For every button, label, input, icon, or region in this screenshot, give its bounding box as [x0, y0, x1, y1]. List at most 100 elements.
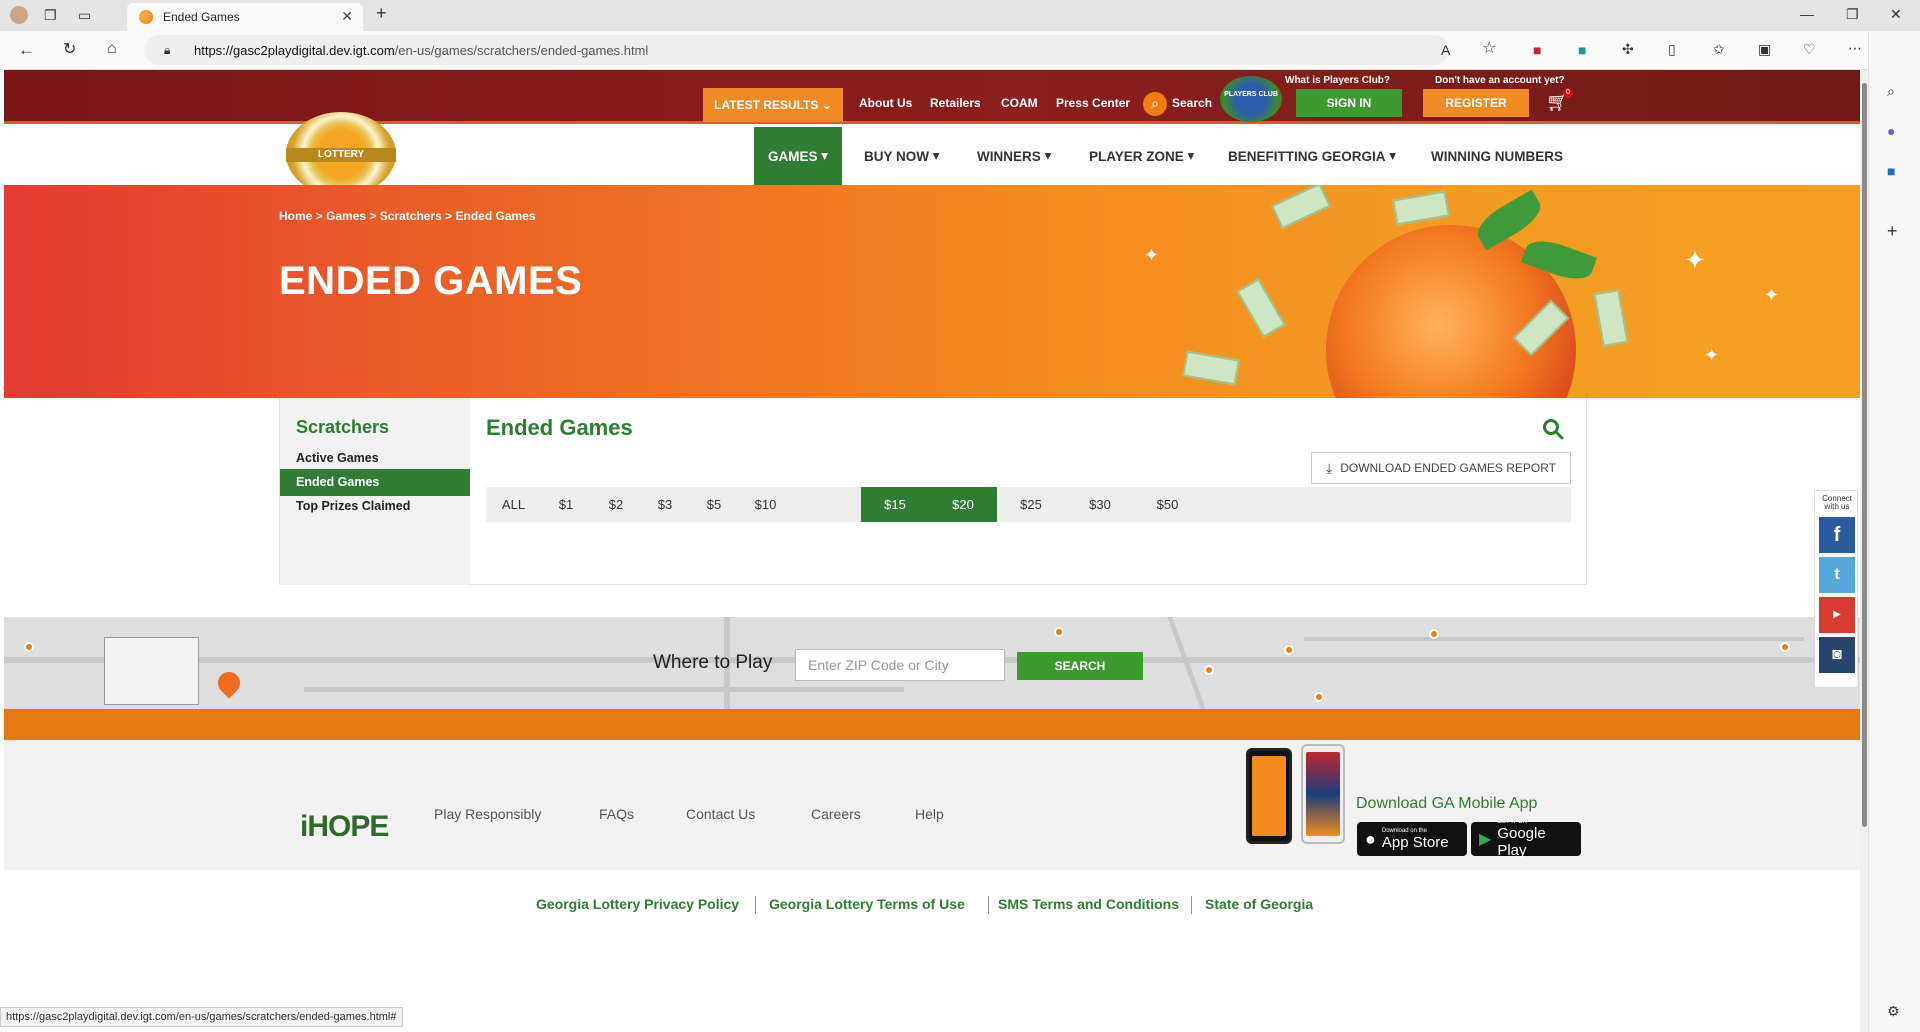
- apple-icon: ●: [1365, 828, 1376, 849]
- filter-20[interactable]: $20: [929, 487, 997, 522]
- latest-results-button[interactable]: LATEST RESULTS ⌄: [703, 88, 843, 122]
- zip-input[interactable]: Enter ZIP Code or City: [795, 649, 1005, 681]
- sidebar-item-top-prizes-claimed[interactable]: Top Prizes Claimed: [280, 493, 470, 520]
- footer-link-careers[interactable]: Careers: [811, 806, 861, 822]
- nav-buy-now[interactable]: BUY NOW ▾: [864, 127, 940, 185]
- collections-icon[interactable]: ▣: [1758, 41, 1771, 57]
- split-screen-icon[interactable]: ▯: [1668, 41, 1676, 57]
- performance-icon[interactable]: ♡: [1803, 41, 1816, 57]
- footer-link-play-responsibly[interactable]: Play Responsibly: [434, 806, 541, 822]
- favorite-star-icon[interactable]: ☆: [1482, 41, 1496, 57]
- scrollbar-thumb[interactable]: [1862, 83, 1867, 827]
- workspaces-icon[interactable]: ❐: [44, 7, 57, 23]
- breadcrumb-scratchers[interactable]: Scratchers: [380, 209, 442, 223]
- search-icon[interactable]: ⌕: [1887, 83, 1895, 99]
- instagram-icon[interactable]: ◙: [1819, 637, 1855, 673]
- extension-teal-icon[interactable]: ■: [1578, 42, 1586, 58]
- separator: [988, 896, 989, 914]
- nav-benefitting-georgia[interactable]: BENEFITTING GEORGIA ▾: [1228, 127, 1396, 185]
- refresh-icon[interactable]: ↻: [63, 42, 76, 58]
- magnifier-icon[interactable]: [1542, 418, 1564, 440]
- location-pin-icon: [213, 667, 245, 699]
- price-filter-bar: ALL $1 $2 $3 $5 $10 $15 $20 $25 $30 $50: [486, 487, 1571, 522]
- browser-address-bar: ← ↻ ⌂ 🔒︎ https://gasc2playdigital.dev.ig…: [0, 31, 1920, 70]
- minimize-icon[interactable]: —: [1800, 6, 1814, 22]
- web-page: LATEST RESULTS ⌄ About Us Retailers COAM…: [4, 70, 1860, 1032]
- page-title: ENDED GAMES: [279, 259, 583, 303]
- favorites-icon[interactable]: ✩: [1713, 41, 1725, 57]
- sidebar-item-ended-games[interactable]: Ended Games: [280, 469, 470, 496]
- url-field[interactable]: 🔒︎ https://gasc2playdigital.dev.igt.com/…: [144, 35, 1449, 65]
- sidebar-item-active-games[interactable]: Active Games: [280, 445, 470, 472]
- extension-red-icon[interactable]: ■: [1533, 42, 1541, 58]
- home-icon[interactable]: ⌂: [107, 41, 117, 57]
- read-aloud-icon[interactable]: A: [1441, 42, 1450, 58]
- extensions-puzzle-icon[interactable]: ✣: [1622, 41, 1634, 57]
- register-button[interactable]: REGISTER: [1423, 89, 1529, 117]
- breadcrumb-home[interactable]: Home: [279, 209, 312, 223]
- retailers-link[interactable]: Retailers: [930, 96, 981, 110]
- players-club-badge[interactable]: PLAYERS CLUB: [1220, 76, 1282, 122]
- search-link[interactable]: Search: [1172, 96, 1212, 110]
- restore-icon[interactable]: ❐: [1846, 6, 1859, 22]
- filter-5[interactable]: $5: [689, 487, 739, 522]
- map-road: [1167, 617, 1206, 709]
- about-us-link[interactable]: About Us: [859, 96, 912, 110]
- privacy-policy-link[interactable]: Georgia Lottery Privacy Policy: [536, 896, 739, 912]
- filter-30[interactable]: $30: [1069, 487, 1131, 522]
- download-report-button[interactable]: ⤓ DOWNLOAD ENDED GAMES REPORT: [1311, 452, 1571, 484]
- google-play-button[interactable]: ▶ GET IT ON Google Play: [1471, 819, 1581, 859]
- filter-2[interactable]: $2: [591, 487, 641, 522]
- search-icon[interactable]: ⌕: [1143, 92, 1167, 116]
- menu-dots-icon[interactable]: ⋯: [1848, 40, 1862, 56]
- footer: iHOPE Play Responsibly FAQs Contact Us C…: [4, 740, 1860, 870]
- twitter-icon[interactable]: t: [1819, 557, 1855, 593]
- filter-all[interactable]: ALL: [486, 487, 541, 522]
- tab-actions-icon[interactable]: ▭: [78, 7, 91, 23]
- money-bill-illustration: [1392, 190, 1450, 226]
- ihope-logo[interactable]: iHOPE: [300, 810, 389, 844]
- nav-player-zone[interactable]: PLAYER ZONE ▾: [1089, 127, 1194, 185]
- nav-winners[interactable]: WINNERS ▾: [977, 127, 1051, 185]
- new-tab-icon[interactable]: +: [376, 4, 387, 22]
- nav-games[interactable]: GAMES ▾: [754, 127, 843, 185]
- state-of-georgia-link[interactable]: State of Georgia: [1205, 896, 1313, 912]
- filter-25[interactable]: $25: [1001, 487, 1061, 522]
- sidebar: Scratchers Active Games Ended Games Top …: [280, 398, 470, 585]
- tab-ended-games[interactable]: Ended Games ✕: [127, 3, 363, 31]
- breadcrumb-games[interactable]: Games: [326, 209, 366, 223]
- outlook-icon[interactable]: ■: [1887, 163, 1895, 179]
- settings-gear-icon[interactable]: ⚙: [1887, 1003, 1900, 1019]
- separator: [755, 896, 756, 914]
- filter-1[interactable]: $1: [541, 487, 591, 522]
- sparkle-icon: ✦: [1144, 245, 1160, 265]
- filter-10[interactable]: $10: [739, 487, 792, 522]
- coam-link[interactable]: COAM: [1001, 96, 1038, 110]
- section-title: Ended Games: [486, 415, 633, 440]
- close-icon[interactable]: ✕: [341, 8, 353, 25]
- copilot-sidebar-icon[interactable]: ●: [1887, 123, 1895, 139]
- sms-terms-link[interactable]: SMS Terms and Conditions: [998, 896, 1179, 912]
- footer-link-faqs[interactable]: FAQs: [599, 806, 634, 822]
- nav-winning-numbers[interactable]: WINNING NUMBERS: [1431, 127, 1563, 185]
- filter-15[interactable]: $15: [861, 487, 929, 522]
- app-store-button[interactable]: ● Download on the App Store: [1357, 822, 1467, 856]
- players-club-question[interactable]: What is Players Club?: [1285, 75, 1390, 86]
- add-icon[interactable]: +: [1887, 222, 1898, 240]
- window-close-icon[interactable]: ✕: [1890, 6, 1902, 22]
- footer-link-help[interactable]: Help: [915, 806, 944, 822]
- map-pin-icon: [1429, 629, 1439, 639]
- money-bill-illustration: [1236, 278, 1286, 338]
- lottery-logo[interactable]: LOTTERY: [286, 112, 396, 196]
- back-icon[interactable]: ←: [18, 41, 35, 58]
- filter-3[interactable]: $3: [641, 487, 689, 522]
- footer-link-contact-us[interactable]: Contact Us: [686, 806, 755, 822]
- sign-in-button[interactable]: SIGN IN: [1296, 89, 1402, 117]
- profile-avatar[interactable]: [10, 6, 28, 24]
- map-search-button[interactable]: SEARCH: [1017, 652, 1143, 680]
- terms-of-use-link[interactable]: Georgia Lottery Terms of Use: [769, 896, 965, 912]
- press-center-link[interactable]: Press Center: [1056, 96, 1130, 110]
- youtube-icon[interactable]: ▶: [1819, 597, 1855, 633]
- facebook-icon[interactable]: f: [1819, 517, 1855, 553]
- filter-50[interactable]: $50: [1136, 487, 1199, 522]
